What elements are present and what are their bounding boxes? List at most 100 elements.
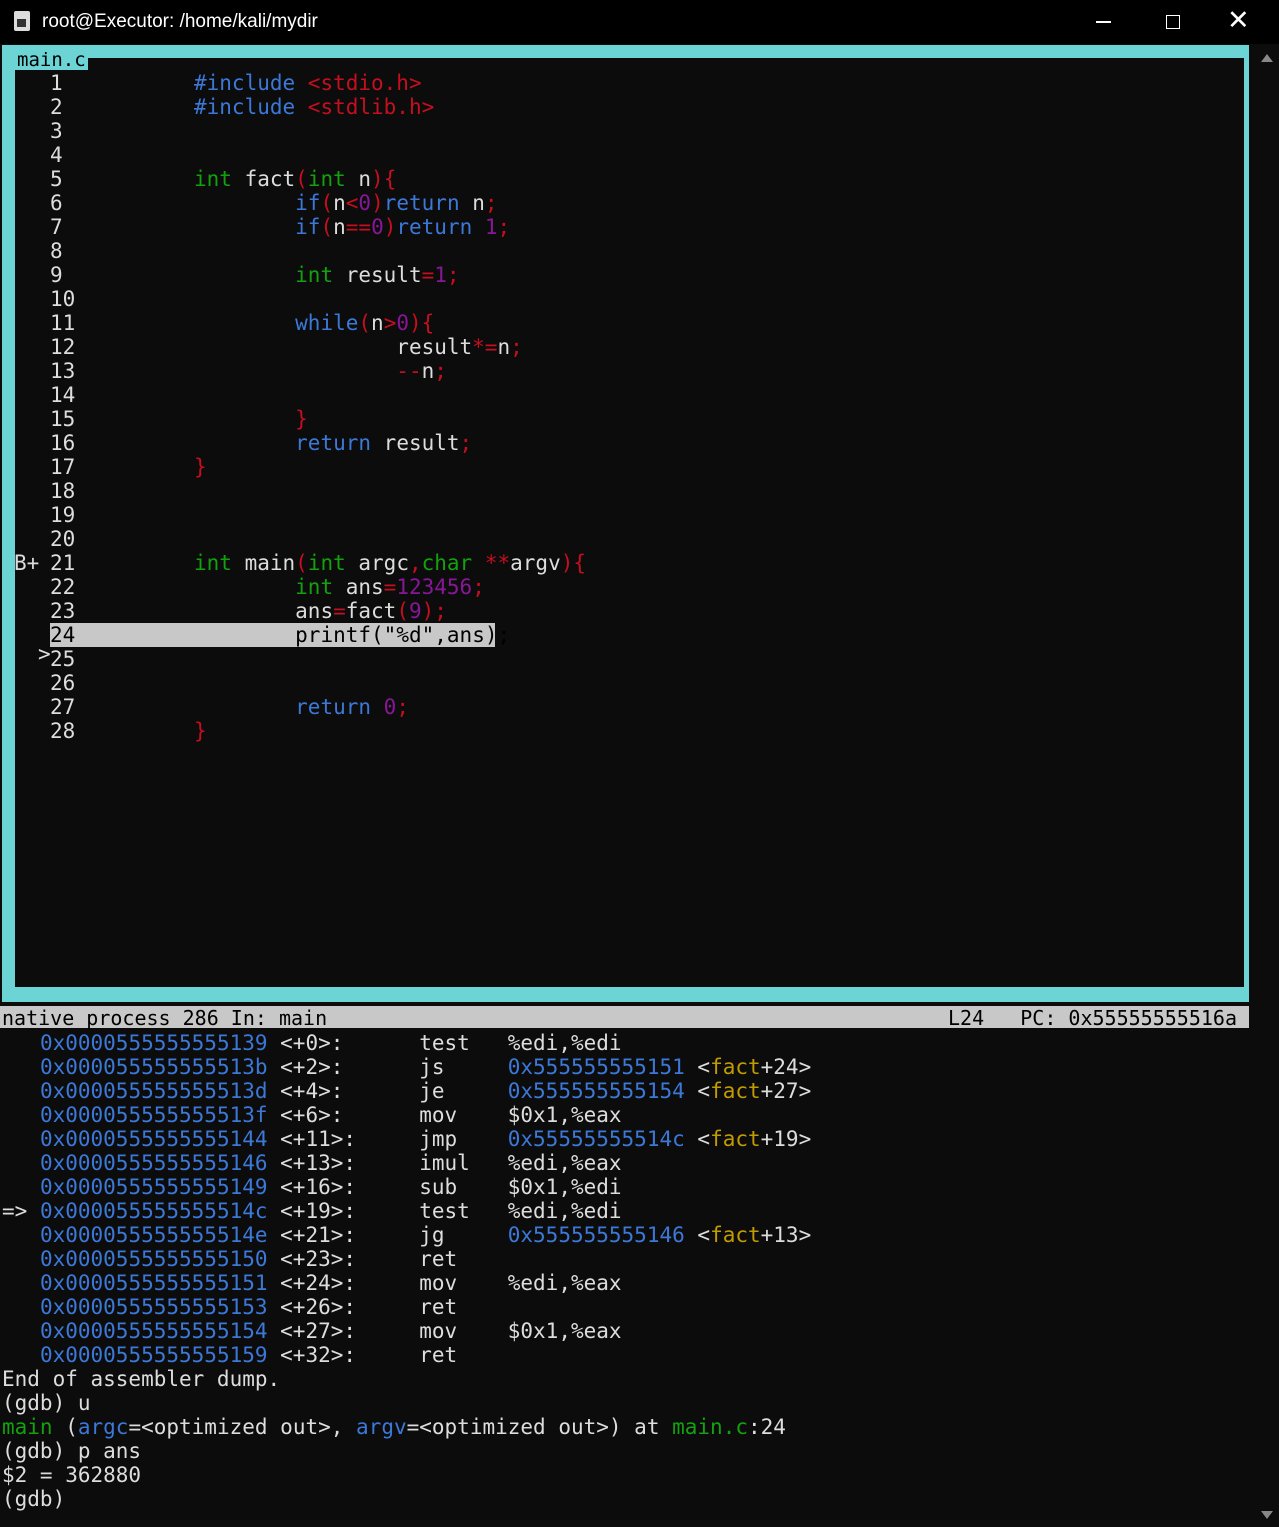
source-line[interactable]: 10 [14,287,82,311]
source-line[interactable]: 12 result*=n; [14,335,523,359]
asm-operand: < [684,1223,711,1247]
line-number: 9 [50,263,63,287]
gdb-console[interactable]: 0x0000555555555139 <+0>: test %edi,%edi … [2,1031,811,1511]
line-number: 17 [50,455,76,479]
asm-operand: %edi,%edi [507,1031,622,1055]
source-line[interactable]: 14 [14,383,82,407]
asm-gutter [2,1319,40,1343]
asm-gutter [2,1223,40,1247]
asm-address: 0x0000555555555139 [39,1031,281,1055]
asm-operand: fact [710,1127,761,1151]
asm-gutter [2,1295,40,1319]
source-line[interactable]: 11 while(n>0){ [14,311,434,335]
source-line[interactable]: 20 [14,527,82,551]
asm-operand: %edi,%eax [507,1271,622,1295]
asm-line: 0x0000555555555149 <+16>: sub $0x1,%edi [2,1175,811,1199]
source-line[interactable]: B+ 21 int main(int argc,char **argv){ [14,551,586,575]
source-line[interactable]: 8 [14,239,82,263]
line-code: int ans=123456; [295,575,485,599]
source-line[interactable]: 19 [14,503,82,527]
close-button[interactable]: ✕ [1213,0,1273,44]
line-code: #include <stdio.h> [194,71,422,95]
asm-line: 0x0000555555555151 <+24>: mov %edi,%eax [2,1271,811,1295]
asm-address: 0x0000555555555159 [39,1343,281,1367]
current-line-arrow-icon: > [38,642,51,666]
source-line[interactable]: 16 return result; [14,431,472,455]
source-line[interactable]: 18 [14,479,82,503]
source-lines[interactable]: 1 #include <stdio.h> 2 #include <stdlib.h> 3… [14,71,586,743]
line-number: 25 [50,647,76,671]
asm-gutter [2,1247,40,1271]
line-number: 11 [50,311,76,335]
asm-operand: $0x1,%edi [507,1175,622,1199]
scroll-up-arrow-icon[interactable] [1261,54,1273,62]
source-line[interactable]: 9 int result=1; [14,263,460,287]
asm-mnemonic: jg [419,1223,508,1247]
line-number: 8 [50,239,63,263]
source-line[interactable]: 3 [14,119,82,143]
source-line[interactable]: 1 #include <stdio.h> [14,71,422,95]
asm-line: 0x0000555555555144 <+11>: jmp 0x55555555… [2,1127,811,1151]
source-line[interactable]: 13 --n; [14,359,447,383]
asm-mnemonic: imul [419,1151,508,1175]
source-line[interactable]: >24 printf("%d",ans); [14,623,510,666]
line-code: --n; [396,359,447,383]
line-code: int fact(int n){ [194,167,397,191]
asm-mnemonic: js [419,1055,508,1079]
line-number: 14 [50,383,76,407]
line-number: 4 [50,143,63,167]
line-number: 24 [50,623,82,647]
minimize-icon [1096,21,1111,23]
source-line[interactable]: 23 ans=fact(9); [14,599,447,623]
source-line[interactable]: 27 return 0; [14,695,409,719]
asm-operand: 0x555555555146 [507,1223,685,1247]
source-line[interactable]: 4 [14,143,82,167]
asm-line: 0x000055555555513d <+4>: je 0x5555555551… [2,1079,811,1103]
source-line[interactable]: 15 } [14,407,308,431]
source-line[interactable]: 22 int ans=123456; [14,575,485,599]
asm-operand: < [684,1127,711,1151]
asm-line: 0x0000555555555139 <+0>: test %edi,%edi [2,1031,811,1055]
line-number: 28 [50,719,76,743]
asm-address: 0x0000555555555153 [39,1295,281,1319]
pc-arrow-icon: => [2,1199,40,1223]
source-line[interactable]: 5 int fact(int n){ [14,167,396,191]
asm-address: 0x000055555555513b [39,1055,281,1079]
line-number: 23 [50,599,76,623]
maximize-button[interactable] [1143,0,1203,44]
asm-offset: <+27>: [280,1319,420,1343]
asm-address: 0x0000555555555144 [39,1127,281,1151]
line-code: int result=1; [295,263,460,287]
asm-address: 0x0000555555555150 [39,1247,281,1271]
console-line: (gdb) p ans [2,1439,142,1463]
title-bar[interactable]: root@Executor: /home/kali/mydir ✕ [0,0,1279,44]
asm-mnemonic: mov [419,1271,508,1295]
asm-mnemonic: test [419,1199,508,1223]
source-line[interactable]: 6 if(n<0)return n; [14,191,498,215]
source-line[interactable]: 7 if(n==0)return 1; [14,215,510,239]
asm-offset: <+32>: [280,1343,420,1367]
source-line[interactable]: 26 [14,671,82,695]
line-code: if(n<0)return n; [295,191,498,215]
minimize-button[interactable] [1074,0,1134,44]
asm-operand: +27> [760,1079,812,1103]
terminal-app-icon [14,11,30,31]
source-line[interactable]: 28} [14,719,207,743]
asm-mnemonic: mov [419,1103,508,1127]
asm-line: 0x000055555555513f <+6>: mov $0x1,%eax [2,1103,811,1127]
source-line[interactable]: 17} [14,455,207,479]
asm-operand: 0x555555555151 [507,1055,685,1079]
vertical-scrollbar[interactable] [1255,44,1279,1527]
line-code: printf("%d",ans); [295,623,511,647]
asm-address: 0x0000555555555154 [39,1319,281,1343]
status-line: L24 [948,1006,985,1030]
asm-offset: <+24>: [280,1271,420,1295]
close-icon: ✕ [1227,5,1250,36]
line-number: 20 [50,527,76,551]
asm-gutter [2,1175,40,1199]
scroll-down-arrow-icon[interactable] [1261,1511,1273,1519]
asm-gutter [2,1079,40,1103]
source-line[interactable]: 2 #include <stdlib.h> [14,95,434,119]
asm-line: 0x000055555555513b <+2>: js 0x5555555551… [2,1055,811,1079]
asm-line: 0x0000555555555154 <+27>: mov $0x1,%eax [2,1319,811,1343]
